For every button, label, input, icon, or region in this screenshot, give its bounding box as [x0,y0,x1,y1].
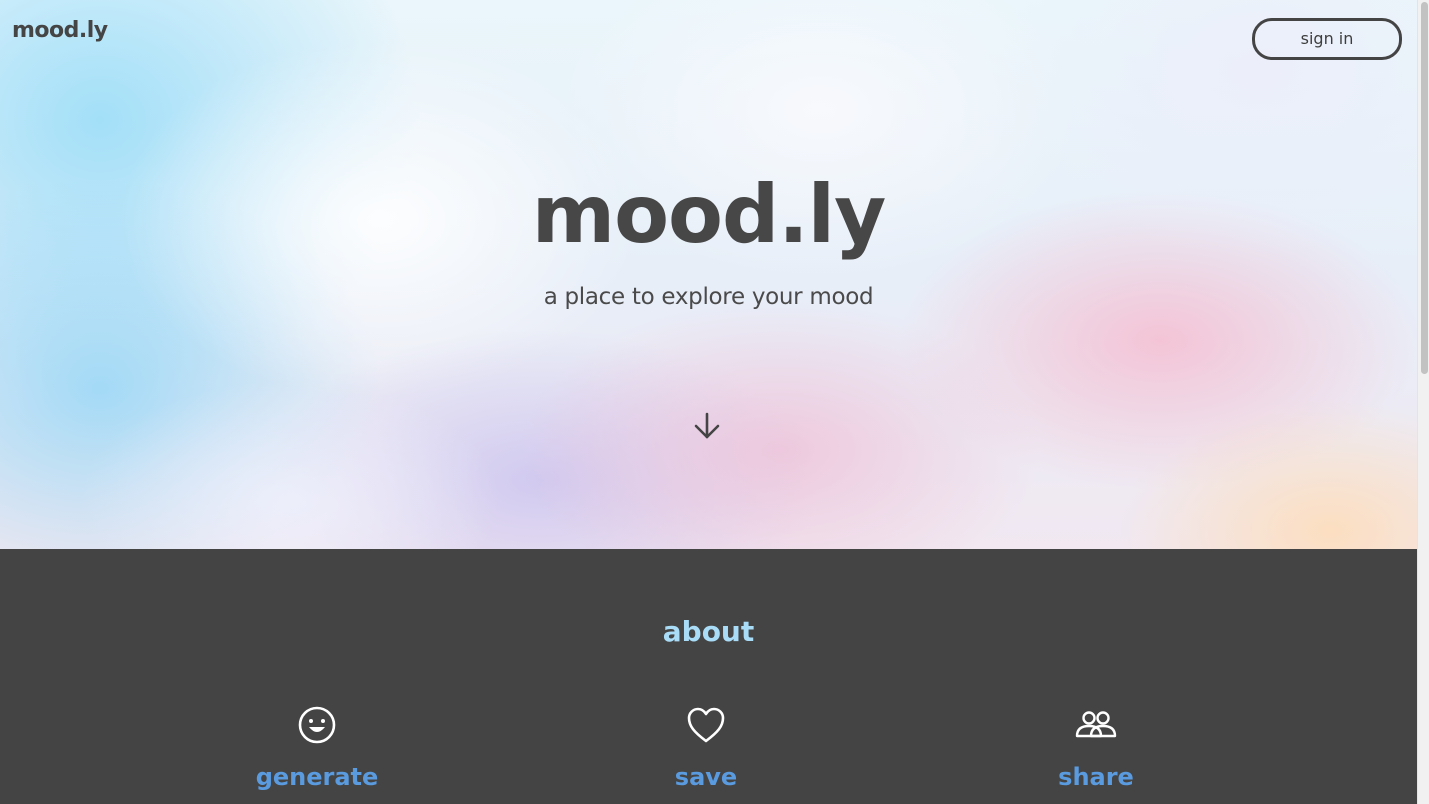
page: mood.ly about sign in mood.ly a place to… [0,0,1429,804]
people-icon [1075,711,1117,738]
sign-in-button[interactable]: sign in [1252,18,1402,60]
feature-generate: generate [197,703,437,791]
feature-label: generate [255,763,379,791]
about-section: about generate save share [0,549,1417,804]
scrollbar-thumb[interactable] [1421,2,1428,374]
feature-save: save [586,703,826,791]
about-title: about [662,615,755,648]
heart-icon [687,707,725,743]
vertical-scrollbar[interactable] [1417,0,1429,804]
arrow-down-icon[interactable] [691,410,723,442]
viewport: mood.ly about sign in mood.ly a place to… [0,0,1417,804]
hero-subtitle: a place to explore your mood [543,284,874,310]
hero-title: mood.ly [531,168,887,261]
smiley-icon [298,706,336,744]
hero-section: mood.ly about sign in mood.ly a place to… [0,0,1417,549]
feature-label: save [674,763,738,791]
feature-label: share [1058,763,1134,791]
feature-share: share [976,703,1216,791]
brand-logo-link[interactable]: mood.ly [12,18,108,43]
